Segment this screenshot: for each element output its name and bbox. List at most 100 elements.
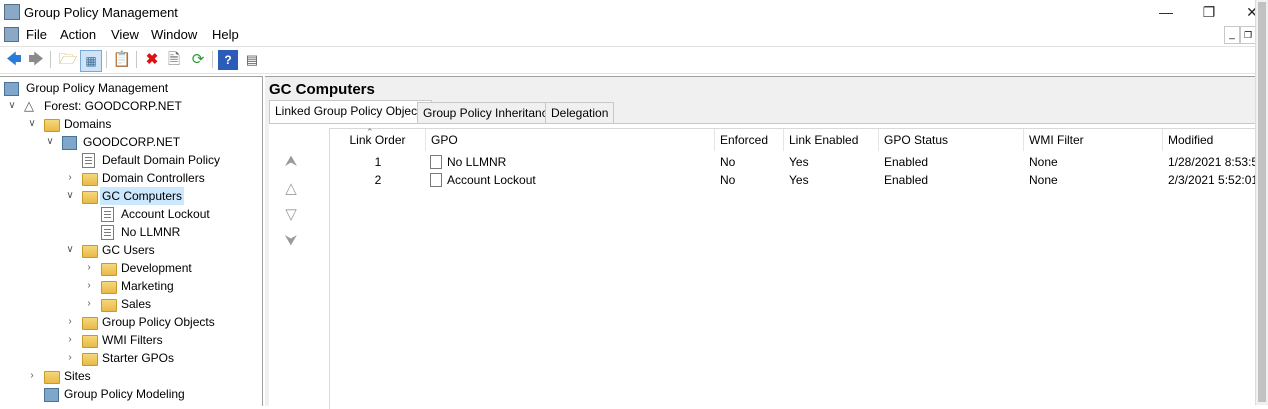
chevron-down-icon[interactable]: ∨ bbox=[44, 133, 56, 151]
mdi-minimize-button[interactable]: _ bbox=[1224, 26, 1240, 44]
tree-item-domains[interactable]: ∨ Domains bbox=[4, 115, 259, 133]
column-header-link-order[interactable]: Link Order ⌃ bbox=[330, 127, 426, 151]
gpo-container-icon bbox=[82, 317, 98, 330]
wmi-filter-icon bbox=[82, 335, 98, 348]
tree-item-gc-computers[interactable]: ∨ GC Computers bbox=[4, 187, 259, 205]
properties-icon[interactable]: 🗎 bbox=[164, 50, 184, 70]
up-folder-icon[interactable]: 🗁 bbox=[58, 50, 78, 70]
chevron-down-icon[interactable]: ∨ bbox=[26, 115, 38, 133]
domain-icon bbox=[62, 136, 77, 150]
column-header-modified[interactable]: Modified bbox=[1163, 129, 1260, 151]
chevron-right-icon[interactable]: › bbox=[64, 313, 76, 331]
tree-item-domain[interactable]: ∨ GOODCORP.NET bbox=[4, 133, 259, 151]
tab-linked-gpos[interactable]: Linked Group Policy Objects bbox=[269, 100, 433, 123]
gpm-icon bbox=[4, 82, 19, 96]
table-row[interactable]: 1 No LLMNR No Yes Enabled None 1/28/2021… bbox=[330, 153, 1260, 171]
minimize-button[interactable]: — bbox=[1155, 2, 1177, 22]
tree-item-gp-modeling[interactable]: Group Policy Modeling bbox=[4, 385, 259, 403]
menu-app-icon[interactable] bbox=[4, 27, 19, 42]
gpo-link-icon bbox=[101, 207, 114, 222]
column-header-gpo[interactable]: GPO bbox=[426, 129, 715, 151]
chevron-down-icon[interactable]: ∨ bbox=[64, 241, 76, 259]
tree-item-gc-users[interactable]: ∨ GC Users bbox=[4, 241, 259, 259]
tree-item-development[interactable]: › Development bbox=[4, 259, 259, 277]
gpo-link-icon bbox=[430, 173, 442, 187]
tree-item-default-domain-policy[interactable]: Default Domain Policy bbox=[4, 151, 259, 169]
cell-enforced: No bbox=[720, 173, 736, 187]
tab-delegation[interactable]: Delegation bbox=[545, 102, 615, 123]
move-to-top-icon[interactable]: ⮝ bbox=[281, 152, 301, 172]
table-row[interactable]: 2 Account Lockout No Yes Enabled None 2/… bbox=[330, 171, 1260, 189]
cell-wmi-filter: None bbox=[1029, 173, 1058, 187]
vertical-scrollbar[interactable] bbox=[1255, 0, 1268, 405]
menu-bar: File Action View Window Help _ ❐ bbox=[0, 24, 1268, 45]
tree-item-account-lockout[interactable]: Account Lockout bbox=[4, 205, 259, 223]
menu-action[interactable]: Action bbox=[60, 27, 96, 42]
menu-file[interactable]: File bbox=[26, 27, 47, 42]
chevron-right-icon[interactable]: › bbox=[83, 277, 95, 295]
linked-gpo-table: Link Order ⌃ GPO Enforced Link Enabled G… bbox=[329, 127, 1260, 409]
gpo-link-icon bbox=[101, 225, 114, 240]
back-arrow-icon[interactable]: 🡄 bbox=[4, 50, 24, 70]
chevron-right-icon[interactable]: › bbox=[83, 259, 95, 277]
page-title: GC Computers bbox=[269, 81, 375, 98]
gpo-link-icon bbox=[430, 155, 442, 169]
menu-help[interactable]: Help bbox=[212, 27, 239, 42]
starter-gpo-icon bbox=[82, 353, 98, 366]
help-icon[interactable]: ? bbox=[218, 50, 238, 70]
tree-item-sales[interactable]: › Sales bbox=[4, 295, 259, 313]
clipboard-icon[interactable]: 📋 bbox=[112, 50, 132, 70]
cell-enforced: No bbox=[720, 155, 736, 169]
column-header-enforced[interactable]: Enforced bbox=[715, 129, 784, 151]
cell-gpo: No LLMNR bbox=[447, 155, 507, 169]
mdi-restore-button[interactable]: ❐ bbox=[1240, 26, 1256, 44]
domains-folder-icon bbox=[44, 119, 60, 132]
move-down-icon[interactable]: ▽ bbox=[281, 205, 301, 225]
cell-gpo: Account Lockout bbox=[447, 173, 536, 187]
show-action-pane-icon[interactable]: ▤ bbox=[242, 50, 262, 70]
chevron-right-icon[interactable]: › bbox=[64, 349, 76, 367]
tree-item-wmi-filters[interactable]: › WMI Filters bbox=[4, 331, 259, 349]
chevron-down-icon[interactable]: ∨ bbox=[6, 97, 18, 115]
modeling-icon bbox=[44, 388, 59, 402]
tree-item-group-policy-objects[interactable]: › Group Policy Objects bbox=[4, 313, 259, 331]
tree-item-forest[interactable]: ∨ △ Forest: GOODCORP.NET bbox=[4, 97, 259, 115]
cell-link-order: 1 bbox=[374, 155, 382, 169]
forward-arrow-icon[interactable]: 🡆 bbox=[26, 50, 46, 70]
move-to-bottom-icon[interactable]: ⮟ bbox=[281, 231, 301, 251]
cell-gpo-status: Enabled bbox=[884, 173, 929, 187]
ou-folder-icon bbox=[82, 173, 98, 186]
tab-gp-inheritance[interactable]: Group Policy Inheritance bbox=[417, 102, 561, 123]
menu-window[interactable]: Window bbox=[151, 27, 197, 42]
sites-folder-icon bbox=[44, 371, 60, 384]
column-header-link-enabled[interactable]: Link Enabled bbox=[784, 129, 879, 151]
cell-link-enabled: Yes bbox=[789, 173, 809, 187]
tree-item-domain-controllers[interactable]: › Domain Controllers bbox=[4, 169, 259, 187]
move-up-icon[interactable]: △ bbox=[281, 179, 301, 199]
ou-folder-icon bbox=[101, 263, 117, 276]
scrollbar-thumb[interactable] bbox=[1258, 2, 1266, 402]
refresh-icon[interactable]: ⟳ bbox=[188, 50, 208, 70]
tree-item-sites[interactable]: › Sites bbox=[4, 367, 259, 385]
ou-folder-icon bbox=[82, 245, 98, 258]
show-hide-tree-icon[interactable]: ▦ bbox=[80, 50, 102, 72]
chevron-right-icon[interactable]: › bbox=[64, 169, 76, 187]
tree-item-marketing[interactable]: › Marketing bbox=[4, 277, 259, 295]
cell-modified: 1/28/2021 8:53:56 bbox=[1168, 155, 1260, 169]
chevron-down-icon[interactable]: ∨ bbox=[64, 187, 76, 205]
column-header-wmi-filter[interactable]: WMI Filter bbox=[1024, 129, 1163, 151]
cell-gpo-status: Enabled bbox=[884, 155, 929, 169]
chevron-right-icon[interactable]: › bbox=[64, 331, 76, 349]
chevron-right-icon[interactable]: › bbox=[26, 367, 38, 385]
maximize-button[interactable]: ❐ bbox=[1198, 2, 1220, 22]
tree-item-starter-gpos[interactable]: › Starter GPOs bbox=[4, 349, 259, 367]
cell-link-enabled: Yes bbox=[789, 155, 809, 169]
delete-icon[interactable]: ✖ bbox=[142, 50, 162, 70]
chevron-right-icon[interactable]: › bbox=[83, 295, 95, 313]
tree-item-gpm-root[interactable]: Group Policy Management bbox=[4, 79, 259, 97]
toolbar: 🡄 🡆 🗁 ▦ 📋 ✖ 🗎 ⟳ ? ▤ bbox=[0, 46, 1268, 74]
column-header-gpo-status[interactable]: GPO Status bbox=[879, 129, 1024, 151]
tree-item-no-llmnr[interactable]: No LLMNR bbox=[4, 223, 259, 241]
ou-folder-icon bbox=[101, 299, 117, 312]
menu-view[interactable]: View bbox=[111, 27, 139, 42]
